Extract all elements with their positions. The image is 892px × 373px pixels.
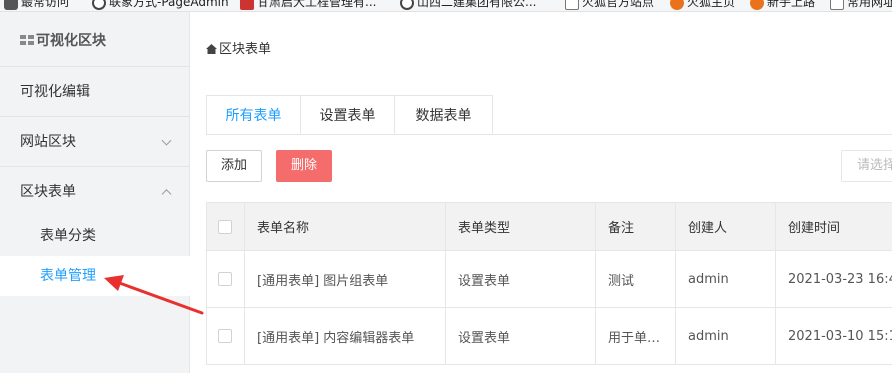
sidebar-item-visual-edit[interactable]: 可视化编辑 bbox=[0, 66, 190, 116]
bookmark-item[interactable]: 常用网址 bbox=[830, 0, 892, 11]
column-header[interactable]: 表单类型 bbox=[446, 203, 596, 250]
delete-button[interactable]: 删除 bbox=[276, 150, 332, 182]
table-cell-note: 测试 bbox=[596, 251, 676, 307]
gear-icon bbox=[4, 0, 18, 10]
table-row[interactable]: [通用表单] 内容编辑器表单 设置表单 用于单… admin 2021-03-1… bbox=[206, 308, 892, 365]
table-cell-type: 设置表单 bbox=[446, 308, 596, 364]
table-cell-type: 设置表单 bbox=[446, 251, 596, 307]
table-row[interactable]: [通用表单] 图片组表单 设置表单 测试 admin 2021-03-23 16… bbox=[206, 251, 892, 308]
folder-icon bbox=[830, 0, 844, 10]
sidebar-item-block-forms[interactable]: 区块表单 bbox=[0, 166, 190, 216]
annotation-arrow bbox=[104, 275, 204, 315]
main-content: 区块表单 所有表单 设置表单 数据表单 添加 删除 请选择 表单名称 表单类型 … bbox=[191, 12, 892, 373]
bookmark-item[interactable]: 火狐主页 bbox=[670, 0, 735, 11]
bookmark-item[interactable]: 火狐官方站点 bbox=[565, 0, 654, 11]
add-button[interactable]: 添加 bbox=[206, 150, 262, 182]
sidebar-title: 可视化区块 bbox=[20, 30, 106, 50]
home-icon bbox=[206, 43, 217, 54]
column-header[interactable]: 创建人 bbox=[676, 203, 776, 250]
firefox-icon bbox=[750, 0, 764, 10]
forms-table: 表单名称 表单类型 备注 创建人 创建时间 [通用表单] 图片组表单 设置表单 … bbox=[206, 202, 892, 365]
row-checkbox[interactable] bbox=[218, 329, 232, 343]
row-select-cell bbox=[207, 251, 245, 307]
bookmark-item[interactable]: 新手上路 bbox=[750, 0, 815, 11]
tab-settings-forms[interactable]: 设置表单 bbox=[300, 95, 395, 135]
table-cell-name: [通用表单] 内容编辑器表单 bbox=[245, 308, 446, 364]
table-cell-creator: admin bbox=[676, 251, 776, 307]
flag-icon bbox=[240, 0, 254, 10]
bookmark-item[interactable]: 联象方式-PageAdmin bbox=[92, 0, 229, 11]
chevron-down-icon bbox=[161, 135, 172, 146]
select-all-checkbox[interactable] bbox=[218, 219, 232, 234]
select-all-cell bbox=[207, 203, 245, 250]
folder-icon bbox=[565, 0, 579, 10]
row-select-cell bbox=[207, 308, 245, 364]
sidebar-subitem-label: 表单分类 bbox=[40, 228, 96, 244]
bookmarks-bar: 最常访问 联象方式-PageAdmin 甘肃启大工程管理有... 山西二建集团有… bbox=[0, 0, 892, 12]
bookmark-item[interactable]: 山西二建集团有限公... bbox=[400, 0, 536, 11]
table-cell-note: 用于单… bbox=[596, 308, 676, 364]
firefox-icon bbox=[670, 0, 684, 10]
column-header[interactable]: 备注 bbox=[596, 203, 676, 250]
breadcrumb-label[interactable]: 区块表单 bbox=[219, 42, 271, 57]
globe-icon bbox=[92, 0, 106, 10]
column-header[interactable]: 表单名称 bbox=[245, 203, 446, 250]
sidebar: 可视化区块 可视化编辑 网站区块 区块表单 表单分类 表单管理 bbox=[0, 12, 190, 373]
tab-all-forms[interactable]: 所有表单 bbox=[206, 95, 301, 135]
breadcrumb: 区块表单 bbox=[206, 38, 271, 57]
bookmark-item[interactable]: 甘肃启大工程管理有... bbox=[240, 0, 376, 11]
bookmark-item[interactable]: 最常访问 bbox=[4, 0, 69, 11]
sidebar-item-label: 可视化编辑 bbox=[20, 84, 90, 100]
table-cell-creator: admin bbox=[676, 308, 776, 364]
sidebar-subitem-form-category[interactable]: 表单分类 bbox=[0, 216, 190, 256]
column-header[interactable]: 创建时间 bbox=[776, 203, 892, 250]
tab-data-forms[interactable]: 数据表单 bbox=[394, 95, 493, 135]
sidebar-item-label: 网站区块 bbox=[20, 134, 76, 150]
globe-icon bbox=[400, 0, 414, 10]
sidebar-item-site-blocks[interactable]: 网站区块 bbox=[0, 116, 190, 166]
table-cell-created-time: 2021-03-23 16:4 bbox=[788, 271, 892, 287]
row-checkbox[interactable] bbox=[218, 272, 232, 286]
sidebar-item-label: 区块表单 bbox=[20, 184, 76, 200]
table-cell-created-time: 2021-03-10 15:1 bbox=[788, 328, 892, 344]
grid-icon bbox=[20, 35, 34, 45]
form-type-select[interactable]: 请选择 bbox=[841, 150, 892, 182]
tab-divider bbox=[206, 134, 892, 135]
chevron-up-icon bbox=[161, 188, 172, 199]
table-header-row: 表单名称 表单类型 备注 创建人 创建时间 bbox=[206, 203, 892, 251]
table-cell-name: [通用表单] 图片组表单 bbox=[245, 251, 446, 307]
sidebar-subitem-label: 表单管理 bbox=[40, 268, 96, 284]
